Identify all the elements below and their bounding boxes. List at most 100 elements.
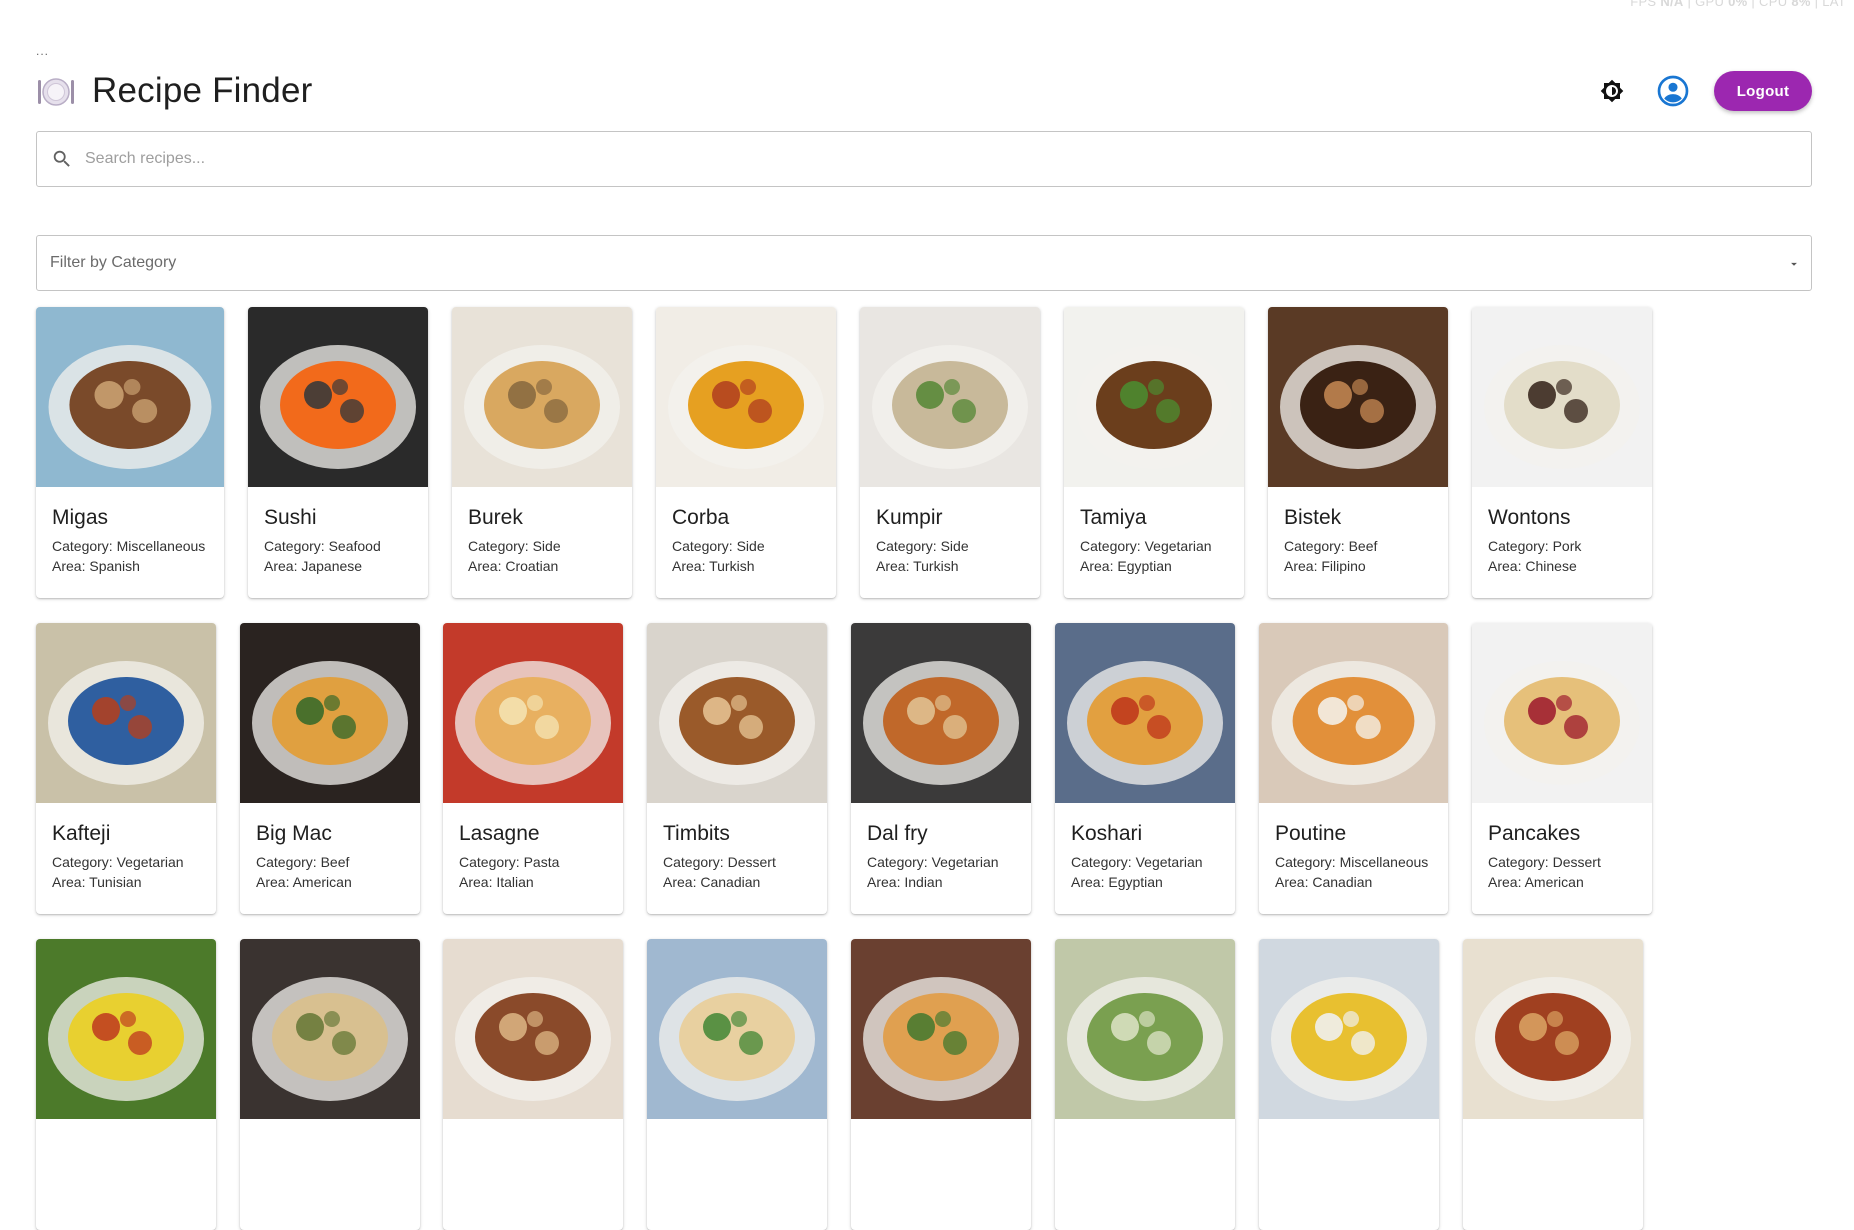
recipe-image[interactable] xyxy=(1259,623,1448,803)
recipe-card[interactable]: Bistek Category: Beef Area: Filipino xyxy=(1268,307,1448,598)
area-value: Croatian xyxy=(505,558,559,574)
category-value: Vegetarian xyxy=(116,854,184,870)
category-prefix: Category: xyxy=(468,538,533,554)
recipe-image[interactable] xyxy=(1259,939,1439,1119)
recipe-card[interactable]: Dal fry Category: Vegetarian Area: Indian xyxy=(851,623,1031,914)
area-value: Indian xyxy=(904,874,943,890)
area-value: Filipino xyxy=(1321,558,1366,574)
recipe-image[interactable] xyxy=(240,623,420,803)
category-value: Dessert xyxy=(1552,854,1601,870)
recipe-card[interactable] xyxy=(1055,939,1235,1230)
recipe-image[interactable] xyxy=(36,939,216,1119)
recipe-card-body: Kumpir Category: Side Area: Turkish xyxy=(860,487,1040,576)
recipe-card[interactable]: Wontons Category: Pork Area: Chinese xyxy=(1472,307,1652,598)
recipe-card[interactable]: Koshari Category: Vegetarian Area: Egyptia… xyxy=(1055,623,1235,914)
recipe-name: Corba xyxy=(672,506,730,529)
account-button[interactable] xyxy=(1653,71,1693,111)
recipe-card[interactable]: Kafteji Category: Vegetarian Area: Tunisia… xyxy=(36,623,216,914)
recipe-image[interactable] xyxy=(647,623,827,803)
recipe-card[interactable]: Tamiya Category: Vegetarian Area: Egyptian xyxy=(1064,307,1244,598)
fps-value: N/A xyxy=(1660,0,1684,9)
recipe-image[interactable] xyxy=(1064,307,1244,487)
filter-label: Filter by Category xyxy=(50,254,177,271)
recipe-image[interactable] xyxy=(1463,939,1643,1119)
logout-button[interactable]: Logout xyxy=(1714,71,1812,111)
recipe-image[interactable] xyxy=(860,307,1040,487)
recipe-area: Area: Canadian xyxy=(1275,872,1432,892)
fps-label: FPS xyxy=(1630,0,1657,9)
recipe-card[interactable] xyxy=(1463,939,1643,1230)
area-value: Chinese xyxy=(1525,558,1577,574)
category-value: Vegetarian xyxy=(931,854,999,870)
recipe-image[interactable] xyxy=(851,623,1031,803)
area-prefix: Area: xyxy=(256,874,293,890)
recipe-card[interactable]: Pancakes Category: Dessert Area: American xyxy=(1472,623,1652,914)
area-value: Tunisian xyxy=(89,874,142,890)
category-prefix: Category: xyxy=(1275,854,1340,870)
recipe-card[interactable] xyxy=(647,939,827,1230)
recipe-card[interactable] xyxy=(240,939,420,1230)
area-prefix: Area: xyxy=(876,558,914,574)
recipe-image[interactable] xyxy=(36,307,224,487)
gpu-label: GPU xyxy=(1695,0,1725,9)
recipe-card[interactable]: Migas Category: Miscellaneous Area: Spanis… xyxy=(36,307,224,598)
category-value: Pasta xyxy=(523,854,560,870)
plate-icon xyxy=(38,78,74,106)
recipe-image[interactable] xyxy=(1055,623,1235,803)
recipe-image[interactable] xyxy=(240,939,420,1119)
search-field[interactable] xyxy=(36,131,1812,187)
recipe-category: Category: Vegetarian xyxy=(52,852,200,872)
recipe-image[interactable] xyxy=(36,623,216,803)
category-prefix: Category: xyxy=(876,538,941,554)
recipe-card[interactable] xyxy=(443,939,623,1230)
area-value: Egyptian xyxy=(1108,874,1163,890)
category-prefix: Category: xyxy=(256,854,321,870)
category-filter-select[interactable]: Filter by Category xyxy=(36,235,1812,291)
recipe-card[interactable]: Sushi Category: Seafood Area: Japanese xyxy=(248,307,428,598)
recipe-image[interactable] xyxy=(248,307,428,487)
recipe-category: Category: Seafood xyxy=(264,536,412,556)
recipe-card-body: Migas Category: Miscellaneous Area: Spanis… xyxy=(36,487,224,576)
recipe-area: Area: Filipino xyxy=(1284,556,1432,576)
recipe-image[interactable] xyxy=(1472,307,1652,487)
recipe-image[interactable] xyxy=(647,939,827,1119)
recipe-image[interactable] xyxy=(1268,307,1448,487)
recipe-category: Category: Vegetarian xyxy=(1071,852,1219,872)
cpu-value: 8% xyxy=(1791,0,1811,9)
recipe-card[interactable]: Burek Category: Side Area: Croatian xyxy=(452,307,632,598)
recipe-image[interactable] xyxy=(452,307,632,487)
category-value: Beef xyxy=(320,854,350,870)
category-value: Side xyxy=(532,538,561,554)
search-input[interactable] xyxy=(85,150,1685,168)
recipe-card[interactable]: Timbits Category: Dessert Area: Canadian xyxy=(647,623,827,914)
recipe-card[interactable] xyxy=(1259,939,1439,1230)
recipe-card[interactable]: Big Mac Category: Beef Area: American xyxy=(240,623,420,914)
area-value: Italian xyxy=(496,874,534,890)
recipe-image[interactable] xyxy=(1055,939,1235,1119)
recipe-image[interactable] xyxy=(851,939,1031,1119)
recipe-name: Kumpir xyxy=(876,506,943,529)
recipe-area: Area: Italian xyxy=(459,872,607,892)
recipe-category: Category: Side xyxy=(876,536,1024,556)
recipe-card-body: Tamiya Category: Vegetarian Area: Egyptian xyxy=(1064,487,1244,576)
recipe-name: Tamiya xyxy=(1080,506,1147,529)
recipe-image[interactable] xyxy=(1472,623,1652,803)
recipe-card[interactable] xyxy=(36,939,216,1230)
recipe-card[interactable]: Kumpir Category: Side Area: Turkish xyxy=(860,307,1040,598)
recipe-image[interactable] xyxy=(443,939,623,1119)
recipe-image[interactable] xyxy=(656,307,836,487)
recipe-name: Sushi xyxy=(264,506,317,529)
area-prefix: Area: xyxy=(867,874,905,890)
theme-toggle-button[interactable] xyxy=(1592,71,1632,111)
recipe-card[interactable]: Poutine Category: Miscellaneous Area: Cana… xyxy=(1259,623,1448,914)
recipe-card[interactable]: Corba Category: Side Area: Turkish xyxy=(656,307,836,598)
title-area: Recipe Finder xyxy=(36,66,312,116)
recipe-image[interactable] xyxy=(443,623,623,803)
area-prefix: Area: xyxy=(1071,874,1109,890)
recipe-card[interactable]: Lasagne Category: Pasta Area: Italian xyxy=(443,623,623,914)
recipe-category: Category: Miscellaneous xyxy=(1275,852,1432,872)
recipe-area: Area: Japanese xyxy=(264,556,412,576)
recipe-name: Migas xyxy=(52,506,109,529)
recipe-card[interactable] xyxy=(851,939,1031,1230)
recipe-area: Area: American xyxy=(256,872,404,892)
